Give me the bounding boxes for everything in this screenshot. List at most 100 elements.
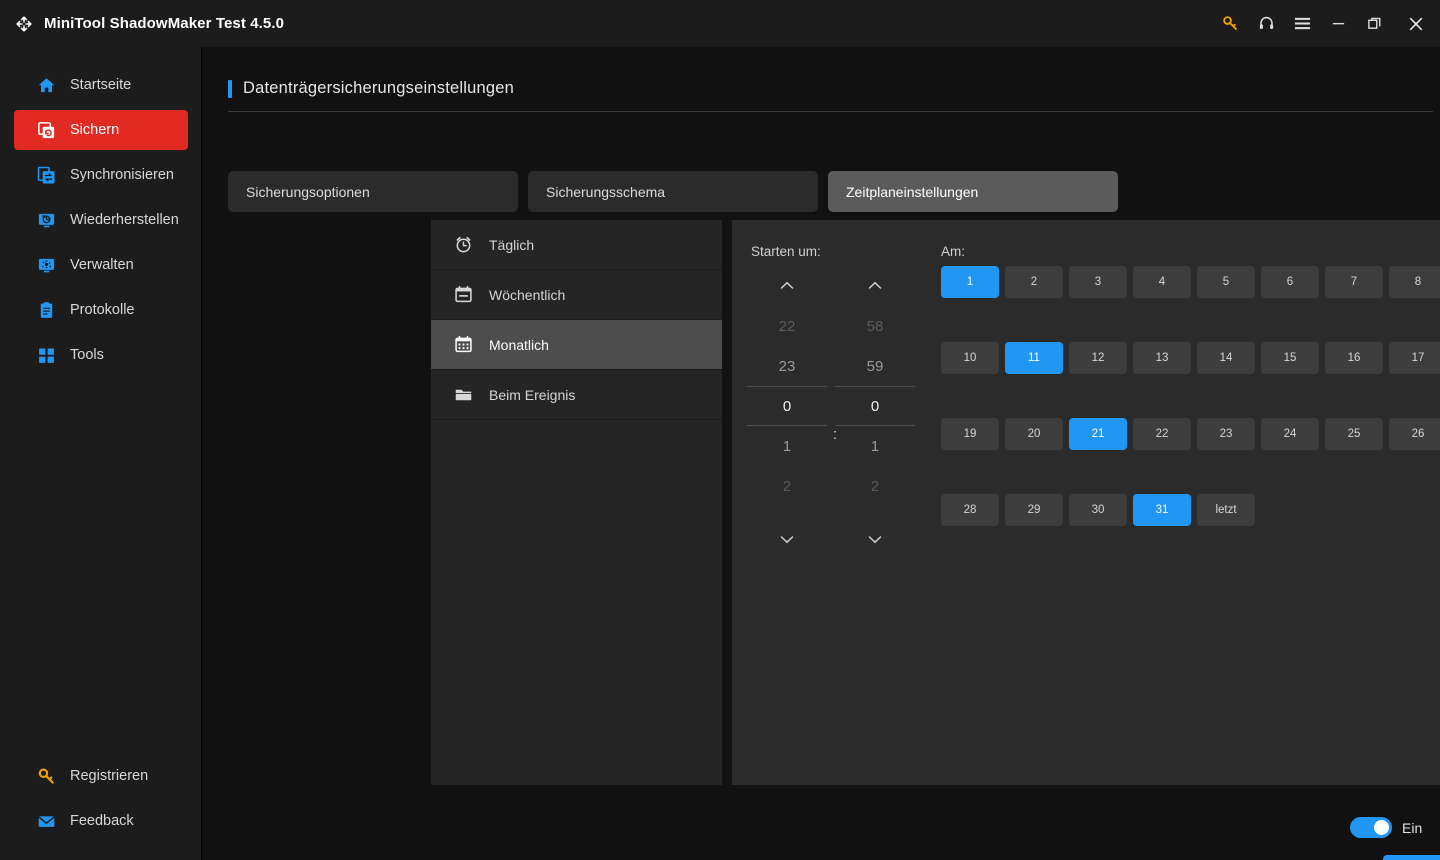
day-button[interactable]: 26 (1389, 418, 1440, 450)
tools-grid-icon (36, 345, 56, 365)
restore-icon[interactable] (1356, 0, 1392, 47)
day-button[interactable]: 15 (1261, 342, 1319, 374)
sidebar-nav: Startseite Sichern Synchronisieren Wiede… (0, 65, 202, 380)
schedule-type-monatlich[interactable]: Monatlich (431, 320, 722, 370)
day-button[interactable]: 13 (1133, 342, 1191, 374)
day-button[interactable]: 5 (1197, 266, 1255, 298)
sidebar-item-startseite[interactable]: Startseite (14, 65, 188, 105)
day-button[interactable]: 23 (1197, 418, 1255, 450)
headset-icon[interactable] (1248, 0, 1284, 47)
sidebar-item-feedback[interactable]: Feedback (14, 801, 188, 841)
day-button[interactable]: 1 (941, 266, 999, 298)
calendar-icon (453, 285, 473, 305)
minimize-icon[interactable] (1320, 0, 1356, 47)
day-button[interactable]: 28 (941, 494, 999, 526)
hour-value[interactable]: 23 (747, 346, 827, 386)
restore-monitor-icon (36, 210, 56, 230)
day-button[interactable]: 20 (1005, 418, 1063, 450)
ok-button[interactable]: OK (1383, 855, 1440, 860)
key-icon (36, 766, 56, 786)
day-button[interactable]: 3 (1069, 266, 1127, 298)
sidebar-item-tools[interactable]: Tools (14, 335, 188, 375)
minute-value[interactable]: 1 (835, 426, 915, 466)
hour-up-chevron-icon[interactable] (747, 272, 827, 298)
schedule-type-label: Wöchentlich (489, 286, 566, 303)
schedule-type-woechentlich[interactable]: Wöchentlich (431, 270, 722, 320)
minute-value[interactable]: 2 (835, 466, 915, 506)
sidebar-item-label: Verwalten (70, 257, 134, 273)
sidebar-item-sichern[interactable]: Sichern (14, 110, 188, 150)
schedule-enable-row: Ein (1350, 817, 1422, 838)
day-button[interactable]: 14 (1197, 342, 1255, 374)
schedule-type-label: Täglich (489, 236, 535, 253)
dialog-buttons: OK Abbrechen (1383, 855, 1440, 860)
days-label: Am: (941, 244, 966, 259)
day-button[interactable]: 30 (1069, 494, 1127, 526)
sidebar-item-registrieren[interactable]: Registrieren (14, 756, 188, 796)
day-button[interactable]: 21 (1069, 418, 1127, 450)
minute-spinner[interactable]: 58 59 0 1 2 (835, 272, 915, 552)
sidebar-item-label: Tools (70, 347, 104, 363)
home-icon (36, 75, 56, 95)
calendar-grid-icon (453, 335, 473, 355)
tab-sicherungsschema[interactable]: Sicherungsschema (528, 171, 818, 212)
minute-down-chevron-icon[interactable] (835, 526, 915, 552)
day-button[interactable]: 31 (1133, 494, 1191, 526)
sidebar-item-protokolle[interactable]: Protokolle (14, 290, 188, 330)
day-button[interactable]: 2 (1005, 266, 1063, 298)
schedule-type-label: Monatlich (489, 336, 549, 353)
close-icon[interactable] (1392, 0, 1440, 47)
key-icon[interactable] (1212, 0, 1248, 47)
schedule-settings-panel: Starten um: Am: 22 23 0 1 2: 58 59 0 1 … (732, 220, 1440, 785)
day-button[interactable]: letzt (1197, 494, 1255, 526)
day-button[interactable]: 6 (1261, 266, 1319, 298)
schedule-type-beim-ereignis[interactable]: Beim Ereignis (431, 370, 722, 420)
tab-zeitplaneinstellungen[interactable]: Zeitplaneinstellungen (828, 171, 1118, 212)
logs-icon (36, 300, 56, 320)
title-bar: MiniTool ShadowMaker Test 4.5.0 (0, 0, 1440, 47)
backup-icon (36, 120, 56, 140)
sidebar: Startseite Sichern Synchronisieren Wiede… (0, 47, 202, 860)
day-button[interactable]: 25 (1325, 418, 1383, 450)
title-bar-left: MiniTool ShadowMaker Test 4.5.0 (0, 14, 284, 34)
hour-value[interactable]: 1 (747, 426, 827, 466)
hour-value[interactable]: 2 (747, 466, 827, 506)
manage-gear-icon (36, 255, 56, 275)
sidebar-item-wiederherstellen[interactable]: Wiederherstellen (14, 200, 188, 240)
settings-tabs: Sicherungsoptionen Sicherungsschema Zeit… (228, 171, 1118, 212)
hour-spinner[interactable]: 22 23 0 1 2 (747, 272, 827, 552)
header-divider (228, 111, 1433, 112)
minute-up-chevron-icon[interactable] (835, 272, 915, 298)
day-button[interactable]: 24 (1261, 418, 1319, 450)
day-button[interactable]: 29 (1005, 494, 1063, 526)
page-title: Datenträgersicherungseinstellungen (243, 79, 514, 97)
toggle-label: Ein (1402, 819, 1423, 836)
day-button[interactable]: 17 (1389, 342, 1440, 374)
sidebar-item-verwalten[interactable]: Verwalten (14, 245, 188, 285)
day-button[interactable]: 7 (1325, 266, 1383, 298)
hour-value-selected[interactable]: 0 (747, 386, 827, 426)
day-button[interactable]: 11 (1005, 342, 1063, 374)
hamburger-menu-icon[interactable] (1284, 0, 1320, 47)
sidebar-item-synchronisieren[interactable]: Synchronisieren (14, 155, 188, 195)
day-button[interactable]: 10 (941, 342, 999, 374)
day-button[interactable]: 12 (1069, 342, 1127, 374)
hour-down-chevron-icon[interactable] (747, 526, 827, 552)
minute-value[interactable]: 58 (835, 306, 915, 346)
mail-icon (36, 811, 56, 831)
hour-value[interactable]: 22 (747, 306, 827, 346)
start-time-label: Starten um: (751, 244, 821, 259)
day-button[interactable]: 16 (1325, 342, 1383, 374)
sidebar-bottom-nav: Registrieren Feedback (0, 756, 202, 846)
schedule-type-taeglich[interactable]: Täglich (431, 220, 722, 270)
hour-values: 22 23 0 1 2 (747, 306, 827, 518)
day-button[interactable]: 22 (1133, 418, 1191, 450)
day-grid-row-spacer (941, 304, 1440, 336)
minute-value[interactable]: 59 (835, 346, 915, 386)
minute-value-selected[interactable]: 0 (835, 386, 915, 426)
day-button[interactable]: 8 (1389, 266, 1440, 298)
day-button[interactable]: 4 (1133, 266, 1191, 298)
tab-sicherungsoptionen[interactable]: Sicherungsoptionen (228, 171, 518, 212)
day-button[interactable]: 19 (941, 418, 999, 450)
schedule-toggle[interactable] (1350, 817, 1392, 838)
